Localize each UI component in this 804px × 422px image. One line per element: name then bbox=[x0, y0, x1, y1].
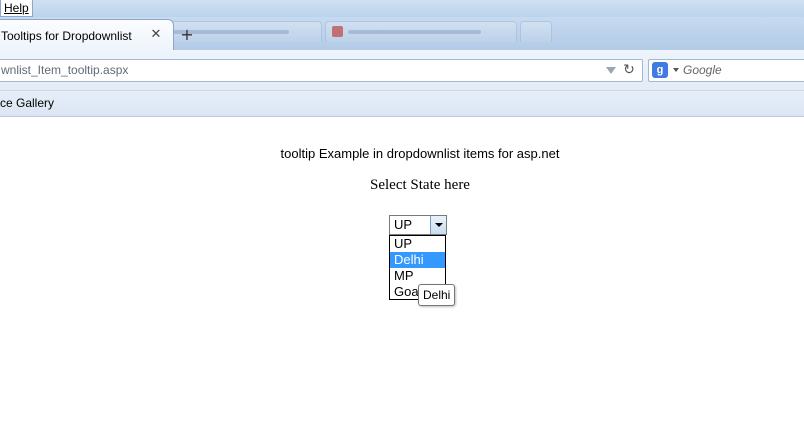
option-item[interactable]: Delhi bbox=[390, 252, 445, 268]
state-dropdown[interactable]: UP bbox=[389, 215, 447, 235]
select-label: Select State here bbox=[370, 177, 470, 193]
menu-bar: Help bbox=[0, 0, 804, 17]
reload-icon[interactable]: ↻ bbox=[621, 61, 637, 79]
background-tab-3[interactable] bbox=[520, 21, 552, 42]
tab-strip: Tooltips for Dropdownlist ✕ + bbox=[0, 17, 804, 51]
tab-active[interactable]: Tooltips for Dropdownlist ✕ bbox=[0, 19, 174, 51]
background-tab-2[interactable] bbox=[325, 21, 517, 42]
tab-title: Tooltips for Dropdownlist bbox=[1, 29, 132, 43]
chevron-down-icon[interactable] bbox=[430, 216, 446, 234]
selected-value: UP bbox=[394, 217, 413, 232]
close-icon[interactable]: ✕ bbox=[149, 28, 163, 42]
page-content: tooltip Example in dropdownlist items fo… bbox=[0, 117, 804, 422]
option-item[interactable]: UP bbox=[390, 236, 445, 252]
address-bar[interactable]: wnlist_Item_tooltip.aspx ↻ bbox=[0, 59, 643, 82]
search-input[interactable] bbox=[683, 61, 803, 79]
navigation-bar: wnlist_Item_tooltip.aspx ↻ g bbox=[0, 50, 804, 91]
search-bar: g bbox=[648, 59, 804, 82]
option-item[interactable]: MP bbox=[390, 268, 445, 284]
url-text: wnlist_Item_tooltip.aspx bbox=[1, 63, 129, 77]
bookmark-gallery[interactable]: ce Gallery bbox=[0, 96, 54, 110]
option-tooltip: Delhi bbox=[418, 284, 456, 306]
google-icon[interactable]: g bbox=[652, 62, 668, 78]
url-history-dropdown-icon[interactable] bbox=[606, 67, 616, 74]
search-engine-dropdown-icon[interactable] bbox=[673, 68, 679, 72]
bookmarks-toolbar: ce Gallery bbox=[0, 91, 804, 117]
new-tab-icon[interactable]: + bbox=[180, 27, 194, 43]
menu-help[interactable]: Help bbox=[0, 0, 33, 17]
tab-favicon-icon bbox=[332, 26, 343, 37]
page-heading: tooltip Example in dropdownlist items fo… bbox=[280, 146, 560, 161]
tab-title-blurred bbox=[348, 30, 481, 34]
